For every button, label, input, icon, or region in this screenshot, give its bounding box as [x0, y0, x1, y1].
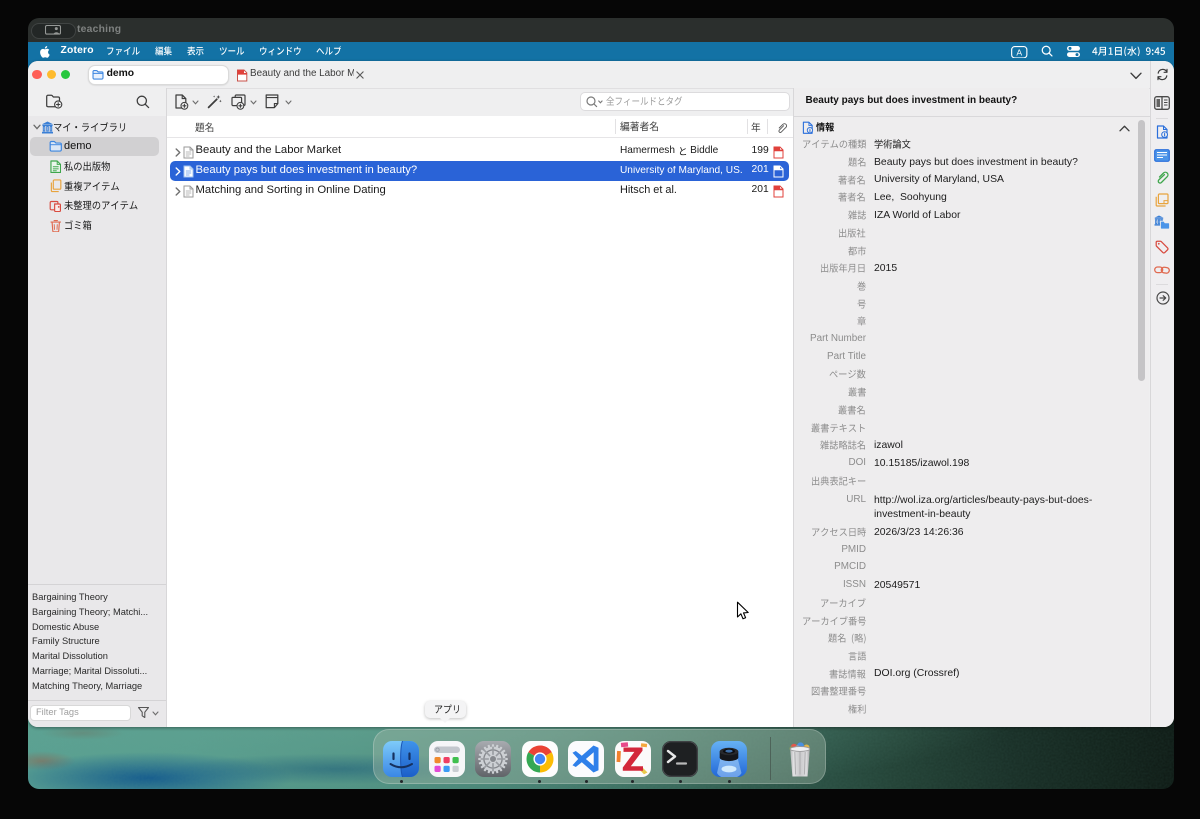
svg-text:A: A — [1016, 47, 1022, 57]
